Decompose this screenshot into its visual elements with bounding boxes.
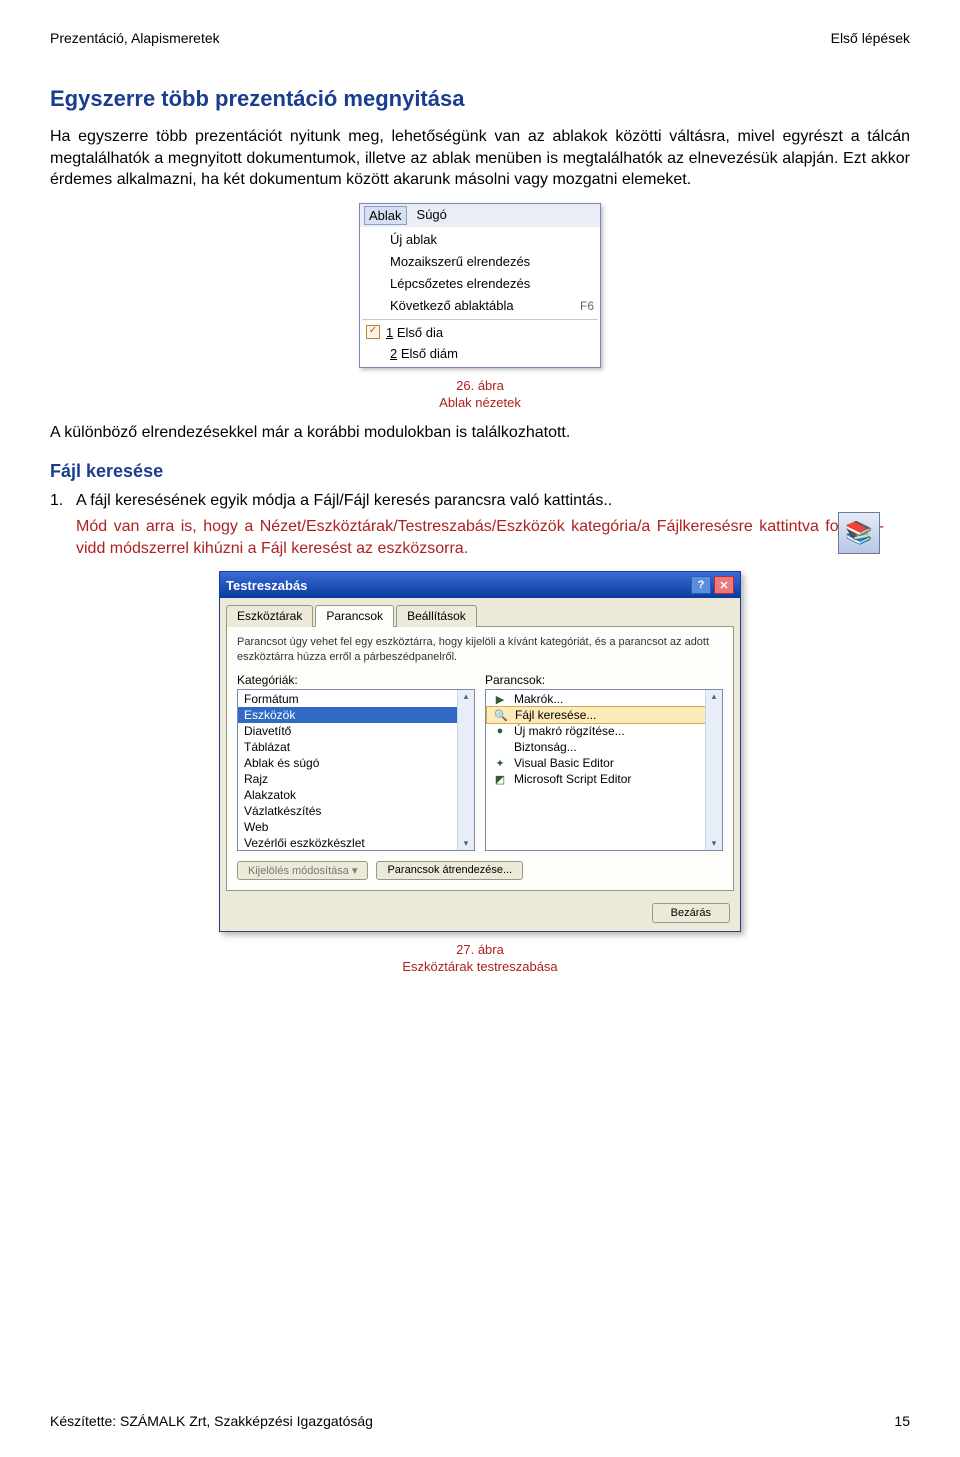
commands-listbox[interactable]: ▶ Makrók... 🔍 Fájl keresése... ● Új makr… [485, 689, 723, 851]
scroll-down-icon[interactable]: ▾ [712, 838, 717, 849]
step-text: A fájl keresésének egyik módja a Fájl/Fá… [76, 492, 612, 510]
menu-item-shortcut: F6 [580, 299, 594, 313]
category-item[interactable]: Diavetítő [238, 723, 474, 739]
vb-icon: ✦ [492, 756, 508, 770]
tab-beallitasok[interactable]: Beállítások [396, 605, 477, 627]
categories-listbox[interactable]: Formátum Eszközök Diavetítő Táblázat Abl… [237, 689, 475, 851]
footer-left: Készítette: SZÁMALK Zrt, Szakképzési Iga… [50, 1413, 373, 1429]
page-number: 15 [894, 1413, 910, 1429]
menu-item-elso-dia[interactable]: ✓ 1 Első dia [360, 322, 600, 343]
scroll-up-icon[interactable]: ▴ [464, 691, 469, 702]
help-button[interactable]: ? [691, 576, 711, 594]
menu-item-label: 2 Első diám [390, 346, 458, 361]
label-categories: Kategóriák: [237, 673, 475, 687]
header-right: Első lépések [831, 30, 910, 46]
books-icon: 📚 [838, 512, 880, 554]
category-item[interactable]: Web [238, 819, 474, 835]
blank-icon [492, 740, 508, 754]
caption-text: Ablak nézetek [439, 395, 521, 410]
menu-item-label: 1 Első dia [386, 325, 443, 340]
caption-number: 26. ábra [456, 378, 504, 393]
modify-selection-button[interactable]: Kijelölés módosítása ▾ [237, 861, 368, 880]
category-item[interactable]: Vezérlői eszközkészlet [238, 835, 474, 851]
close-button[interactable]: Bezárás [652, 903, 730, 923]
command-label: Biztonság... [514, 740, 577, 754]
menu-separator [362, 319, 598, 320]
blank-icon [366, 232, 384, 248]
window-menu: Ablak Súgó Új ablak Mozaikszerű elrendez… [359, 203, 601, 368]
red-note: Mód van arra is, hogy a Nézet/Eszköztára… [76, 516, 884, 559]
numbered-step-1: 1. A fájl keresésének egyik módja a Fájl… [50, 492, 910, 510]
menu-item-label: Következő ablaktábla [390, 298, 514, 313]
tab-eszkoztarak[interactable]: Eszköztárak [226, 605, 313, 627]
caption-text: Eszköztárak testreszabása [402, 959, 557, 974]
section-title-multiple-presentations: Egyszerre több prezentáció megnyitása [50, 86, 910, 112]
category-item[interactable]: Ablak és súgó [238, 755, 474, 771]
rearrange-commands-button[interactable]: Parancsok átrendezése... [376, 861, 523, 880]
command-item[interactable]: ◩ Microsoft Script Editor [486, 771, 722, 787]
blank-icon [366, 346, 384, 362]
dialog-tab-body: Parancsot úgy vehet fel egy eszköztárra,… [226, 626, 734, 891]
script-icon: ◩ [492, 772, 508, 786]
dialog-title: Testreszabás [226, 578, 307, 593]
command-label: Új makró rögzítése... [514, 724, 625, 738]
caption-number: 27. ábra [456, 942, 504, 957]
blank-icon [366, 298, 384, 314]
blank-icon [366, 276, 384, 292]
category-item[interactable]: Vázlatkészítés [238, 803, 474, 819]
command-item[interactable]: ▶ Makrók... [486, 691, 722, 707]
category-item[interactable]: Eszközök [238, 707, 474, 723]
scroll-down-icon[interactable]: ▾ [464, 838, 469, 849]
tab-parancsok[interactable]: Parancsok [315, 605, 394, 627]
window-menu-bar: Ablak Súgó [360, 204, 600, 227]
menu-item-kovetkezo[interactable]: Következő ablaktábla F6 [360, 295, 600, 317]
figure-caption-27: 27. ábra Eszköztárak testreszabása [50, 942, 910, 976]
command-label: Makrók... [514, 692, 563, 706]
close-icon[interactable]: ✕ [714, 576, 734, 594]
dialog-titlebar[interactable]: Testreszabás ? ✕ [220, 572, 740, 598]
menu-item-elso-diam[interactable]: 2 Első diám [360, 343, 600, 365]
command-label: Fájl keresése... [515, 708, 596, 722]
menu-ablak[interactable]: Ablak [364, 206, 407, 225]
blank-icon [366, 254, 384, 270]
menu-item-lepcso[interactable]: Lépcsőzetes elrendezés [360, 273, 600, 295]
category-item[interactable]: Formátum [238, 691, 474, 707]
customize-dialog: Testreszabás ? ✕ Eszköztárak Parancsok B… [219, 571, 741, 932]
label-commands: Parancsok: [485, 673, 723, 687]
command-item[interactable]: ✦ Visual Basic Editor [486, 755, 722, 771]
menu-item-uj-ablak[interactable]: Új ablak [360, 229, 600, 251]
section-paragraph: Ha egyszerre több prezentációt nyitunk m… [50, 126, 910, 191]
dialog-tabs: Eszköztárak Parancsok Beállítások [220, 598, 740, 626]
scrollbar[interactable]: ▴▾ [705, 690, 722, 850]
category-item[interactable]: Rajz [238, 771, 474, 787]
menu-item-label: Új ablak [390, 232, 437, 247]
header-left: Prezentáció, Alapismeretek [50, 30, 220, 46]
menu-sugo[interactable]: Súgó [413, 206, 451, 225]
command-label: Visual Basic Editor [514, 756, 614, 770]
command-item[interactable]: 🔍 Fájl keresése... [486, 706, 722, 724]
section-title-file-search: Fájl keresése [50, 461, 910, 482]
dialog-instruction: Parancsot úgy vehet fel egy eszköztárra,… [237, 635, 723, 665]
category-item[interactable]: Táblázat [238, 739, 474, 755]
search-icon: 🔍 [493, 708, 509, 722]
window-menu-items: Új ablak Mozaikszerű elrendezés Lépcsőze… [360, 227, 600, 367]
play-icon: ▶ [492, 692, 508, 706]
scroll-up-icon[interactable]: ▴ [712, 691, 717, 702]
menu-item-label: Mozaikszerű elrendezés [390, 254, 530, 269]
check-icon: ✓ [366, 325, 380, 339]
record-icon: ● [492, 724, 508, 738]
command-item[interactable]: ● Új makró rögzítése... [486, 723, 722, 739]
paragraph-after-menu: A különböző elrendezésekkel már a korább… [50, 422, 910, 444]
command-item[interactable]: Biztonság... [486, 739, 722, 755]
figure-caption-26: 26. ábra Ablak nézetek [50, 378, 910, 412]
category-item[interactable]: Alakzatok [238, 787, 474, 803]
command-label: Microsoft Script Editor [514, 772, 631, 786]
menu-item-label: Lépcsőzetes elrendezés [390, 276, 530, 291]
scrollbar[interactable]: ▴▾ [457, 690, 474, 850]
menu-item-mozaik[interactable]: Mozaikszerű elrendezés [360, 251, 600, 273]
step-number: 1. [50, 492, 76, 510]
